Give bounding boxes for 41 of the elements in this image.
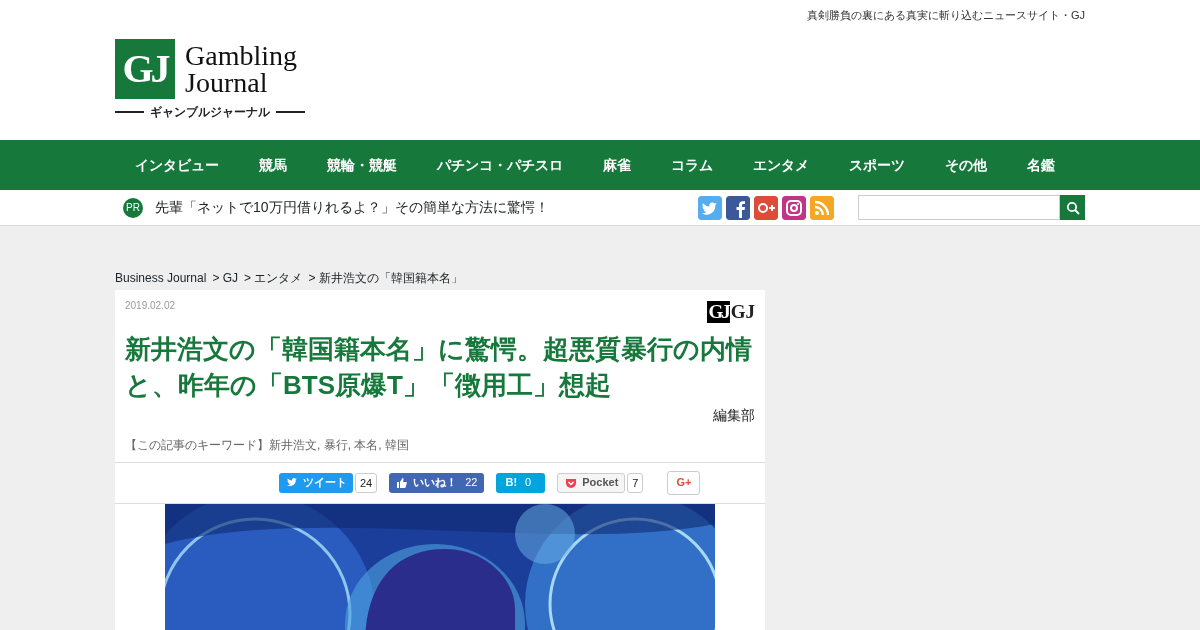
nav-link-item[interactable]: エンタメ: [733, 140, 829, 190]
logo-mark: GJ: [115, 39, 175, 99]
hatena-share-button[interactable]: B! 0: [495, 472, 546, 493]
twitter-share-button[interactable]: ツイート: [279, 472, 353, 493]
pr-badge: PR: [123, 197, 143, 218]
article-date: 2019.02.02: [125, 299, 176, 313]
share-count: 24: [355, 472, 378, 493]
pocket-share-button[interactable]: Pocket: [557, 472, 626, 493]
facebook-f-icon[interactable]: [726, 195, 750, 220]
site-tagline: 真剣勝負の裏にある真実に斬り込むニュースサイト・GJ: [805, 8, 1085, 23]
nav-link-item[interactable]: コラム: [651, 140, 733, 190]
breadcrumb-link[interactable]: > 新井浩文の「韓国籍本名」: [308, 269, 463, 287]
logo-title: Gambling: [185, 42, 297, 69]
nav-link-item[interactable]: 競馬: [239, 140, 307, 190]
google-plus-icon[interactable]: [754, 195, 778, 220]
nav-link-item[interactable]: パチンコ・パチスロ: [417, 140, 583, 190]
google-plus-button[interactable]: G+: [667, 470, 701, 495]
nav-link-item[interactable]: 競輪・競艇: [307, 140, 417, 190]
nav-link-item[interactable]: スポーツ: [829, 140, 925, 190]
article-keywords: 【この記事のキーワード】新井浩文, 暴行, 本名, 韓国: [125, 436, 410, 454]
nav-link-item[interactable]: 名鑑: [1007, 140, 1075, 190]
source-logo-mark: GJ: [707, 301, 730, 324]
nav-link-item[interactable]: その他: [925, 140, 1007, 190]
nav-link-item[interactable]: 麻雀: [583, 140, 651, 190]
pr-link[interactable]: 先輩「ネットで10万円借りれるよ？」その簡単な方法に驚愕！: [155, 197, 549, 218]
search-field[interactable]: [858, 195, 1060, 220]
logo-subtitle: ギャンブルジャーナル: [150, 104, 270, 121]
source-name: GJ: [730, 300, 755, 324]
search-icon: [1065, 200, 1080, 215]
breadcrumb-link[interactable]: Business Journal: [115, 269, 207, 287]
article-author: 編集部: [712, 405, 755, 425]
search-button[interactable]: [1060, 195, 1085, 220]
share-count: 7: [627, 472, 644, 493]
logo-title: Journal: [185, 69, 268, 96]
thumbs-up-icon: [395, 475, 410, 490]
article-title: 新井浩文の「韓国籍本名」に驚愕。超悪質暴行の内情と、昨年の「BTS原爆T」「徴用工」想起: [125, 332, 753, 402]
breadcrumb-link[interactable]: > エンタメ: [244, 269, 303, 287]
instagram-camera-icon[interactable]: [782, 195, 806, 220]
facebook-share-button[interactable]: いいね！ 22: [389, 472, 484, 493]
nav-link-item[interactable]: インタビュー: [115, 140, 239, 190]
breadcrumb-link[interactable]: > GJ: [212, 269, 239, 287]
